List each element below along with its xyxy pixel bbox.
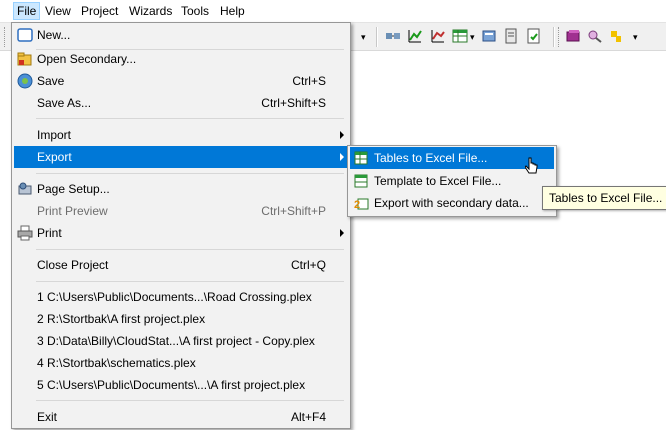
books-icon[interactable] <box>565 28 581 44</box>
search-tool-icon[interactable] <box>587 28 603 44</box>
mouse-cursor-icon <box>525 157 538 174</box>
excel-template-icon <box>354 174 368 188</box>
submenu-arrow-icon <box>340 229 344 237</box>
document-icon[interactable] <box>503 28 519 44</box>
submenu-arrow-icon <box>340 131 344 139</box>
network-icon[interactable] <box>385 28 401 44</box>
toolbar-overflow-arrow-icon[interactable]: ▾ <box>361 32 366 43</box>
menu-item-save-as[interactable]: Save As... Ctrl+Shift+S <box>14 92 348 114</box>
submenu-item-export-secondary[interactable]: 2 Export with secondary data... <box>350 192 554 214</box>
table-icon[interactable] <box>452 28 468 44</box>
menu-item-label: Save <box>37 74 65 88</box>
submenu-item-tables-to-excel[interactable]: Tables to Excel File... <box>350 147 554 169</box>
toolbar-separator <box>376 27 378 47</box>
tooltip: Tables to Excel File... <box>542 186 666 210</box>
menu-item-label: Export <box>37 150 72 164</box>
menu-separator <box>36 281 344 282</box>
save-icon <box>17 73 33 89</box>
menu-item-import[interactable]: Import <box>14 124 348 146</box>
menu-item-open-secondary[interactable]: Open Secondary... <box>14 48 348 70</box>
submenu-item-label: Tables to Excel File... <box>374 151 488 165</box>
menu-separator <box>36 173 344 174</box>
menu-item-shortcut: Ctrl+Shift+P <box>261 204 326 218</box>
menu-item-label: New... <box>37 28 71 42</box>
menu-item-page-setup[interactable]: Page Setup... <box>14 178 348 200</box>
menu-item-label: Import <box>37 128 72 142</box>
recent-file-item[interactable]: 3 D:\Data\Billy\CloudStat...\A first pro… <box>14 330 348 352</box>
menu-item-new[interactable]: New... <box>14 24 348 46</box>
recent-file-item[interactable]: 2 R:\Stortbak\A first project.plex <box>14 308 348 330</box>
recent-file-item[interactable]: 1 C:\Users\Public\Documents...\Road Cros… <box>14 286 348 308</box>
export-secondary-icon: 2 <box>354 198 369 211</box>
menu-item-print[interactable]: Print <box>14 222 348 244</box>
checklist-icon[interactable] <box>526 28 542 44</box>
menu-project[interactable]: Project <box>78 3 121 19</box>
menu-view[interactable]: View <box>42 3 74 19</box>
file-menu: New... Open Secondary... Save Ctrl+S Sav… <box>11 22 351 429</box>
new-icon <box>17 28 33 42</box>
recent-file-label: 5 C:\Users\Public\Documents\...\A first … <box>37 378 306 392</box>
svg-text:2: 2 <box>354 199 360 211</box>
excel-tables-icon <box>354 151 368 165</box>
menu-separator <box>36 400 344 401</box>
menu-item-export[interactable]: Export <box>14 146 348 168</box>
menu-bar: File View Project Wizards Tools Help <box>0 0 666 23</box>
menu-item-save[interactable]: Save Ctrl+S <box>14 70 348 92</box>
menu-item-close-project[interactable]: Close Project Ctrl+Q <box>14 254 348 276</box>
menu-item-label: Open Secondary... <box>37 52 137 66</box>
open-folder-icon <box>17 52 32 66</box>
menu-item-label: Print <box>37 226 62 240</box>
toolbar-overflow-arrow-icon[interactable]: ▾ <box>633 32 638 43</box>
recent-file-item[interactable]: 4 R:\Stortbak\schematics.plex <box>14 352 348 374</box>
submenu-arrow-icon <box>340 153 344 161</box>
toolbar-grip[interactable] <box>558 27 561 47</box>
menu-item-print-preview[interactable]: Print Preview Ctrl+Shift+P <box>14 200 348 222</box>
menu-item-shortcut: Ctrl+S <box>292 74 326 88</box>
menu-item-shortcut: Alt+F4 <box>290 410 326 424</box>
menu-item-shortcut: Ctrl+Shift+S <box>261 96 326 110</box>
recent-file-label: 1 C:\Users\Public\Documents...\Road Cros… <box>37 290 312 304</box>
menu-separator <box>36 118 344 119</box>
menu-item-label: Close Project <box>37 258 109 272</box>
recent-file-item[interactable]: 5 C:\Users\Public\Documents\...\A first … <box>14 374 348 396</box>
menu-file[interactable]: File <box>13 2 41 20</box>
recent-file-label: 3 D:\Data\Billy\CloudStat...\A first pro… <box>37 334 315 348</box>
export-submenu: Tables to Excel File... Template to Exce… <box>347 145 557 217</box>
menu-item-label: Exit <box>37 410 58 424</box>
menu-item-label: Print Preview <box>37 204 108 218</box>
page-setup-icon <box>18 182 32 195</box>
recent-file-label: 2 R:\Stortbak\A first project.plex <box>37 312 206 326</box>
table-dropdown-arrow-icon[interactable]: ▾ <box>470 32 475 43</box>
menu-item-shortcut: Ctrl+Q <box>290 258 326 272</box>
line-chart-icon[interactable] <box>407 28 423 44</box>
menu-tools[interactable]: Tools <box>178 3 212 19</box>
chart-icon[interactable] <box>430 28 446 44</box>
submenu-item-label: Export with secondary data... <box>374 196 529 210</box>
puzzle-icon[interactable] <box>608 28 624 44</box>
menu-item-label: Page Setup... <box>37 182 110 196</box>
printer-icon <box>17 225 33 241</box>
menu-item-exit[interactable]: Exit Alt+F4 <box>14 406 348 428</box>
menu-separator <box>36 249 344 250</box>
menu-wizards[interactable]: Wizards <box>126 3 175 19</box>
menu-item-label: Save As... <box>37 96 92 110</box>
database-icon[interactable] <box>481 28 497 44</box>
submenu-item-label: Template to Excel File... <box>374 174 502 188</box>
recent-file-label: 4 R:\Stortbak\schematics.plex <box>37 356 196 370</box>
toolbar-separator <box>553 27 555 47</box>
toolbar-grip[interactable] <box>4 27 7 47</box>
menu-help[interactable]: Help <box>217 3 248 19</box>
submenu-item-template-to-excel[interactable]: Template to Excel File... <box>350 170 554 192</box>
